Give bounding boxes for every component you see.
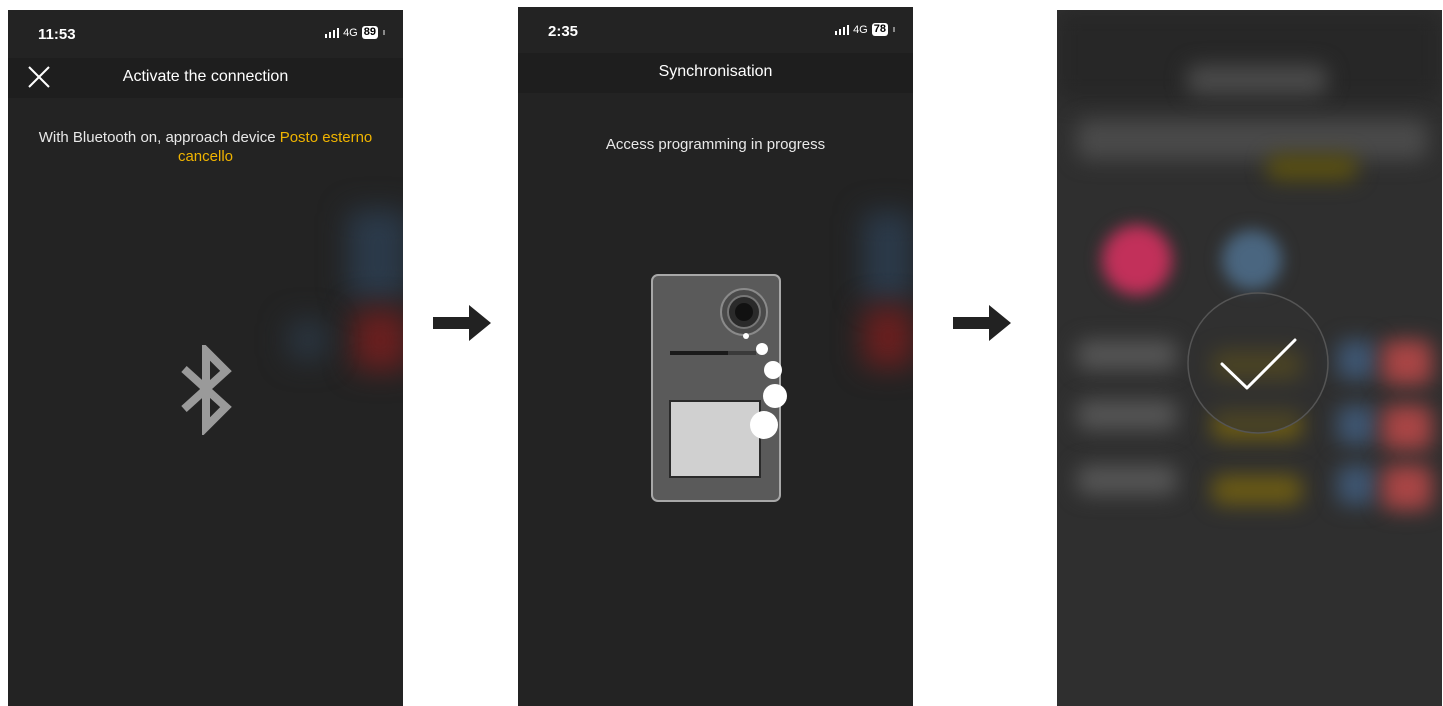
background-blur-block	[863, 307, 913, 367]
background-blur-block	[1337, 465, 1377, 505]
phone-screen-synchronisation: 2:35 4G 78 Synchronisation Access progra…	[518, 7, 913, 706]
page-title: Activate the connection	[122, 68, 289, 85]
status-time: 11:53	[38, 26, 76, 43]
status-bar: 11:53 4G 89	[8, 10, 403, 58]
background-blur-block	[1382, 340, 1432, 385]
background-blur-block	[1337, 340, 1377, 380]
status-indicators: 4G 89	[324, 26, 385, 39]
nav-bar: Activate the connection	[8, 58, 403, 98]
signal-icon	[834, 24, 850, 35]
checkmark-icon	[1187, 292, 1329, 434]
instruction-prefix: With Bluetooth on, approach device	[38, 129, 280, 146]
status-bar: 2:35 4G 78	[518, 7, 913, 55]
background-blur-block	[1212, 475, 1302, 505]
background-blur-block	[1077, 465, 1177, 495]
signal-icon	[324, 27, 340, 38]
nav-bar: Synchronisation	[518, 53, 913, 93]
network-label: 4G	[343, 26, 358, 39]
background-blur-block	[1187, 65, 1327, 95]
background-blur-block	[288, 320, 328, 360]
background-blur-block	[1382, 405, 1432, 450]
progress-text: Access programming in progress	[605, 136, 826, 153]
background-blur-block	[1267, 155, 1357, 180]
background-blur-block	[353, 310, 403, 370]
background-blur-block	[1077, 400, 1177, 430]
background-blur-block	[1102, 225, 1172, 295]
background-blur-block	[863, 212, 913, 302]
network-label: 4G	[853, 23, 868, 36]
background-blur-block	[1077, 120, 1427, 160]
background-blur-block	[1337, 405, 1377, 445]
background-blur-block	[348, 210, 403, 300]
status-indicators: 4G 78	[834, 23, 895, 36]
status-time: 2:35	[548, 23, 579, 40]
right-arrow-icon	[433, 305, 491, 341]
page-title: Synchronisation	[658, 63, 773, 80]
battery-icon: 78	[871, 23, 888, 36]
intercom-device-illustration	[651, 274, 787, 502]
bluetooth-icon	[181, 345, 232, 435]
phone-screen-success	[1057, 10, 1442, 706]
phone-screen-activate-connection: 11:53 4G 89 Activate the connection With…	[8, 10, 403, 706]
background-blur-block	[1077, 340, 1177, 370]
right-arrow-icon	[953, 305, 1011, 341]
background-blur-block	[1382, 465, 1432, 510]
background-blur-block	[1222, 230, 1282, 290]
instruction-text: With Bluetooth on, approach device Posto…	[28, 128, 383, 166]
battery-icon: 89	[361, 26, 378, 39]
